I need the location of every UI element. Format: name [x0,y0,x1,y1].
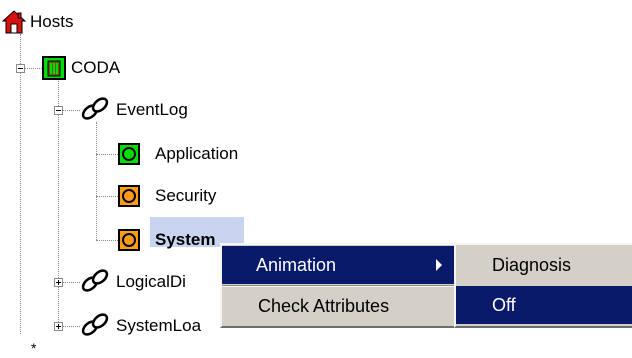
tree-item-application[interactable]: Application [155,143,238,165]
tree-line [58,78,59,326]
menu-item-check-attributes[interactable]: Check Attributes [222,287,454,325]
home-icon [1,10,27,34]
asterisk-mark: * [31,340,37,356]
menu-item-label: Animation [256,255,337,275]
chain-link-icon [79,268,111,294]
tree-item-host[interactable]: CODA [71,57,120,79]
menu-item-label: Off [492,295,516,315]
tree-item-eventlog[interactable]: EventLog [116,99,188,121]
submenu: Diagnosis Off [454,243,632,328]
tree-line [96,154,118,155]
tree-line [96,122,97,240]
submenu-arrow-icon [436,259,442,271]
context-menu: Animation Check Attributes [220,243,456,328]
tree-line [96,240,118,241]
status-warning-icon [118,229,140,251]
expand-toggle[interactable] [54,278,63,287]
collapse-toggle[interactable] [54,106,63,115]
status-ok-icon [118,143,140,165]
tree-item-systemload[interactable]: SystemLoa [116,315,201,337]
host-status-icon [42,56,66,80]
tree-item-system[interactable]: System [155,229,215,251]
collapse-toggle[interactable] [16,64,25,73]
menu-item-diagnosis[interactable]: Diagnosis [456,246,632,284]
tree-item-security[interactable]: Security [155,185,216,207]
expand-toggle[interactable] [54,322,63,331]
menu-item-animation[interactable]: Animation [222,246,454,284]
status-warning-icon [118,185,140,207]
chain-link-icon [79,312,111,338]
tree-line [96,196,118,197]
tree-line [20,34,21,334]
menu-item-label: Check Attributes [258,296,390,316]
tree-root-label[interactable]: Hosts [30,11,73,33]
menu-item-off[interactable]: Off [456,286,632,324]
menu-item-label: Diagnosis [492,255,572,275]
tree-item-logicaldisk[interactable]: LogicalDi [116,271,186,293]
chain-link-icon [79,96,111,122]
